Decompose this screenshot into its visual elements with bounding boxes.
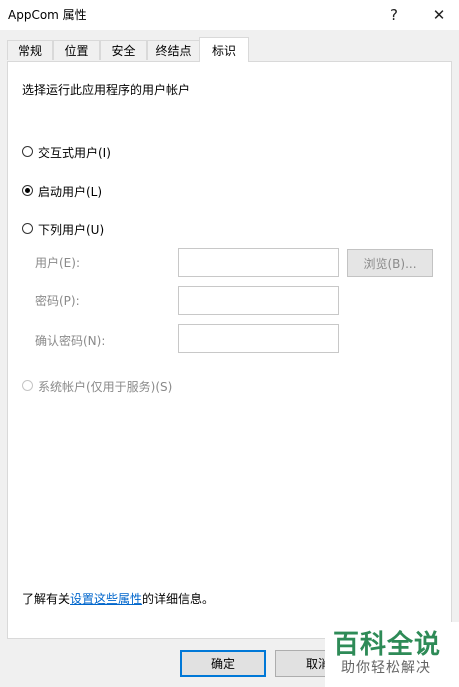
tab-general[interactable]: 常规 bbox=[7, 40, 53, 60]
user-input[interactable] bbox=[178, 248, 339, 277]
tab-label: 终结点 bbox=[155, 44, 192, 58]
radio-interactive-user[interactable] bbox=[22, 146, 33, 157]
watermark-title: 百科全说 bbox=[333, 630, 442, 660]
help-button[interactable]: ? bbox=[374, 0, 414, 30]
tab-label: 位置 bbox=[64, 44, 89, 58]
tab-security[interactable]: 安全 bbox=[100, 40, 147, 60]
tab-label: 标识 bbox=[211, 43, 236, 58]
watermark-logo: 百科全说 助你轻松解决 bbox=[325, 622, 459, 687]
close-icon: ✕ bbox=[432, 6, 446, 24]
question-icon: ? bbox=[390, 6, 398, 24]
tab-label: 常规 bbox=[17, 44, 42, 58]
watermark-subtitle: 助你轻松解决 bbox=[341, 660, 431, 676]
identity-heading: 选择运行此应用程序的用户帐户 bbox=[22, 83, 191, 97]
radio-launching-user-label[interactable]: 启动用户(L) bbox=[38, 183, 102, 200]
radio-interactive-user-label[interactable]: 交互式用户(I) bbox=[38, 144, 111, 161]
tab-identity[interactable]: 标识 bbox=[199, 37, 249, 62]
settings-help-link[interactable]: 设置这些属性 bbox=[70, 592, 142, 606]
confirm-password-label: 确认密码(N): bbox=[35, 334, 106, 348]
browse-button[interactable]: 浏览(B)... bbox=[347, 249, 433, 277]
tab-label: 安全 bbox=[111, 44, 136, 58]
tab-location[interactable]: 位置 bbox=[53, 40, 100, 60]
radio-this-user-label[interactable]: 下列用户(U) bbox=[38, 221, 104, 238]
title-bar: AppCom 属性 ? ✕ bbox=[0, 0, 459, 30]
radio-this-user[interactable] bbox=[22, 223, 33, 234]
radio-system-account[interactable] bbox=[22, 380, 33, 391]
radio-system-account-label: 系统帐户(仅用于服务)(S) bbox=[38, 380, 173, 394]
tab-endpoints[interactable]: 终结点 bbox=[147, 40, 200, 60]
password-input[interactable] bbox=[178, 286, 339, 315]
user-label: 用户(E): bbox=[35, 256, 80, 270]
confirm-password-input[interactable] bbox=[178, 324, 339, 353]
footer-text-after: 的详细信息。 bbox=[142, 592, 215, 606]
footer-info: 了解有关设置这些属性的详细信息。 bbox=[22, 590, 214, 607]
close-button[interactable]: ✕ bbox=[419, 0, 459, 30]
radio-launching-user[interactable] bbox=[22, 185, 33, 196]
footer-text-before: 了解有关 bbox=[22, 592, 71, 606]
window-title: AppCom 属性 bbox=[8, 8, 87, 22]
ok-button[interactable]: 确定 bbox=[180, 650, 266, 677]
password-label: 密码(P): bbox=[35, 294, 80, 308]
